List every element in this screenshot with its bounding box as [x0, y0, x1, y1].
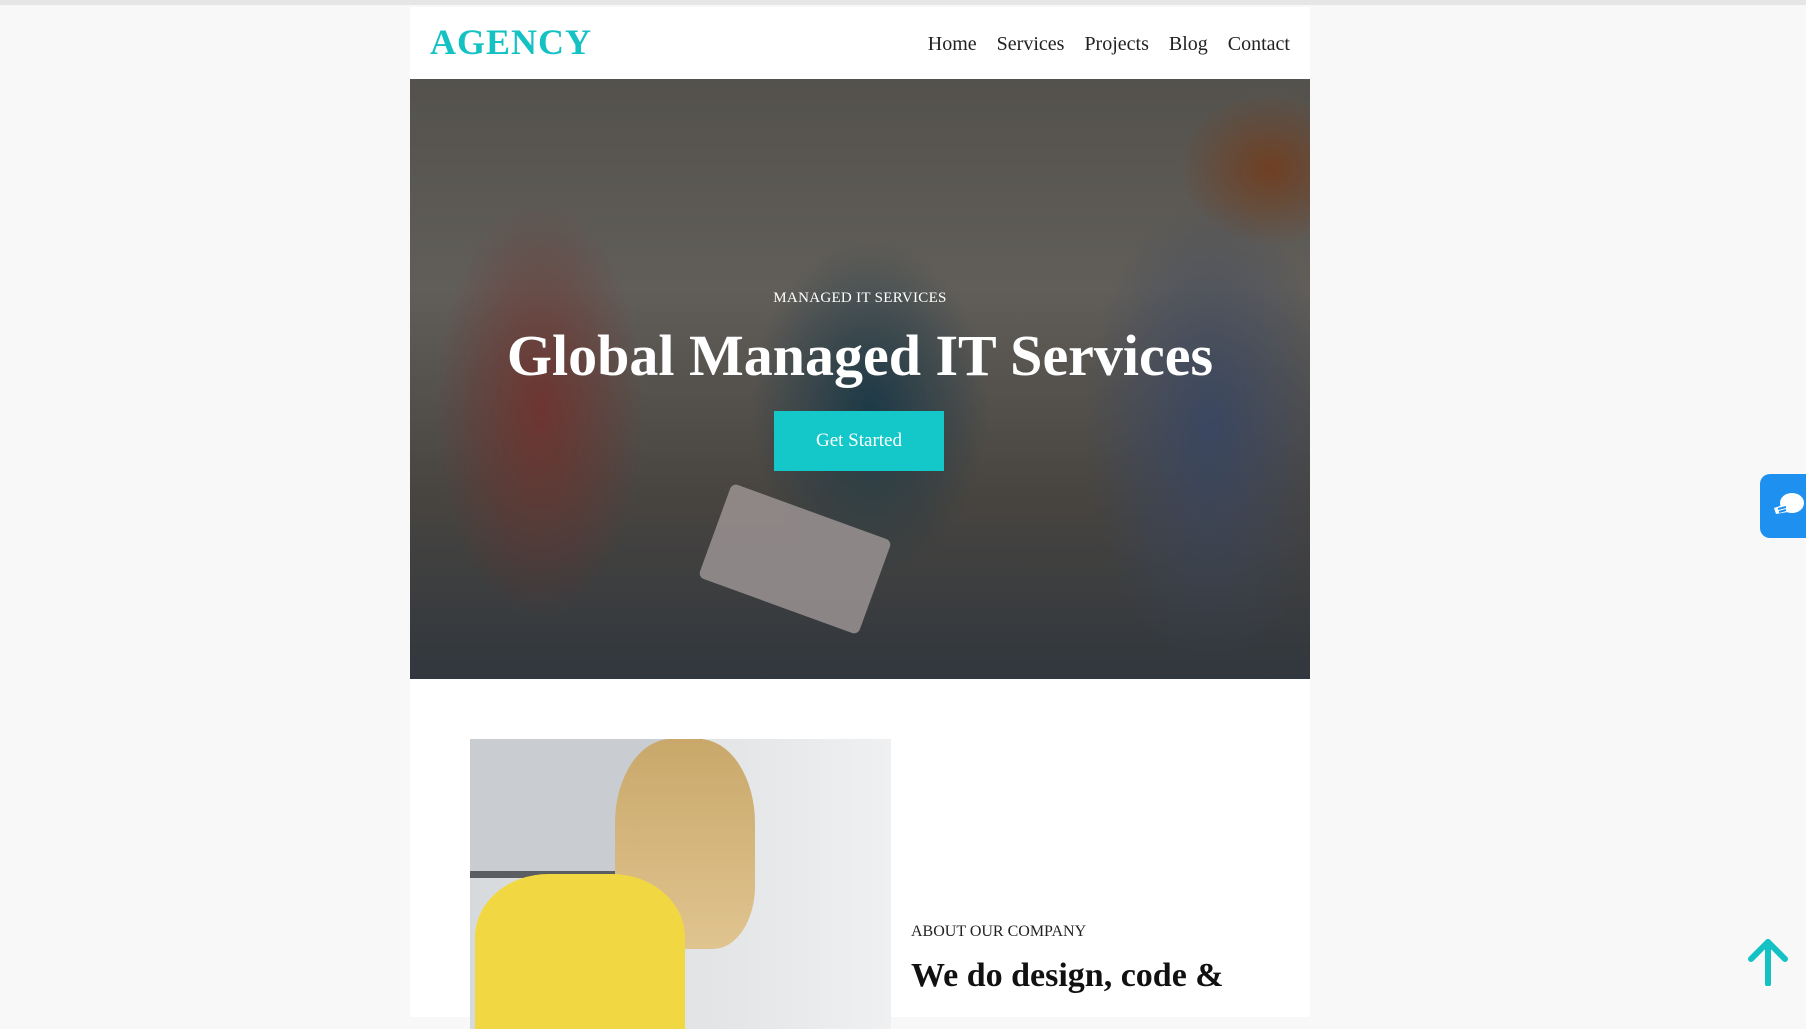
chat-widget-button[interactable]: [1760, 474, 1806, 538]
about-title: We do design, code &: [911, 957, 1224, 994]
nav-blog[interactable]: Blog: [1169, 33, 1208, 56]
hero-eyebrow: MANAGED IT SERVICES: [773, 290, 947, 306]
nav-projects[interactable]: Projects: [1084, 33, 1148, 56]
scroll-to-top-button[interactable]: [1746, 938, 1790, 987]
nav-home[interactable]: Home: [928, 33, 977, 56]
about-eyebrow: ABOUT OUR COMPANY: [911, 923, 1087, 940]
nav-services[interactable]: Services: [997, 33, 1065, 56]
page-container: AGENCY Home Services Projects Blog Conta…: [410, 7, 1310, 1029]
site-logo[interactable]: AGENCY: [430, 21, 592, 63]
hero-title: Global Managed IT Services: [506, 323, 1214, 388]
about-photo: [470, 739, 891, 1029]
main-nav: Home Services Projects Blog Contact: [928, 33, 1290, 56]
get-started-button[interactable]: Get Started: [774, 411, 944, 471]
arrow-up-icon: [1748, 939, 1788, 987]
nav-contact[interactable]: Contact: [1228, 33, 1290, 56]
chat-hand-icon: [1774, 493, 1804, 514]
site-header: AGENCY Home Services Projects Blog Conta…: [410, 7, 1310, 79]
browser-top-border: [0, 0, 1806, 5]
hero-section: MANAGED IT SERVICES Global Managed IT Se…: [410, 79, 1310, 679]
